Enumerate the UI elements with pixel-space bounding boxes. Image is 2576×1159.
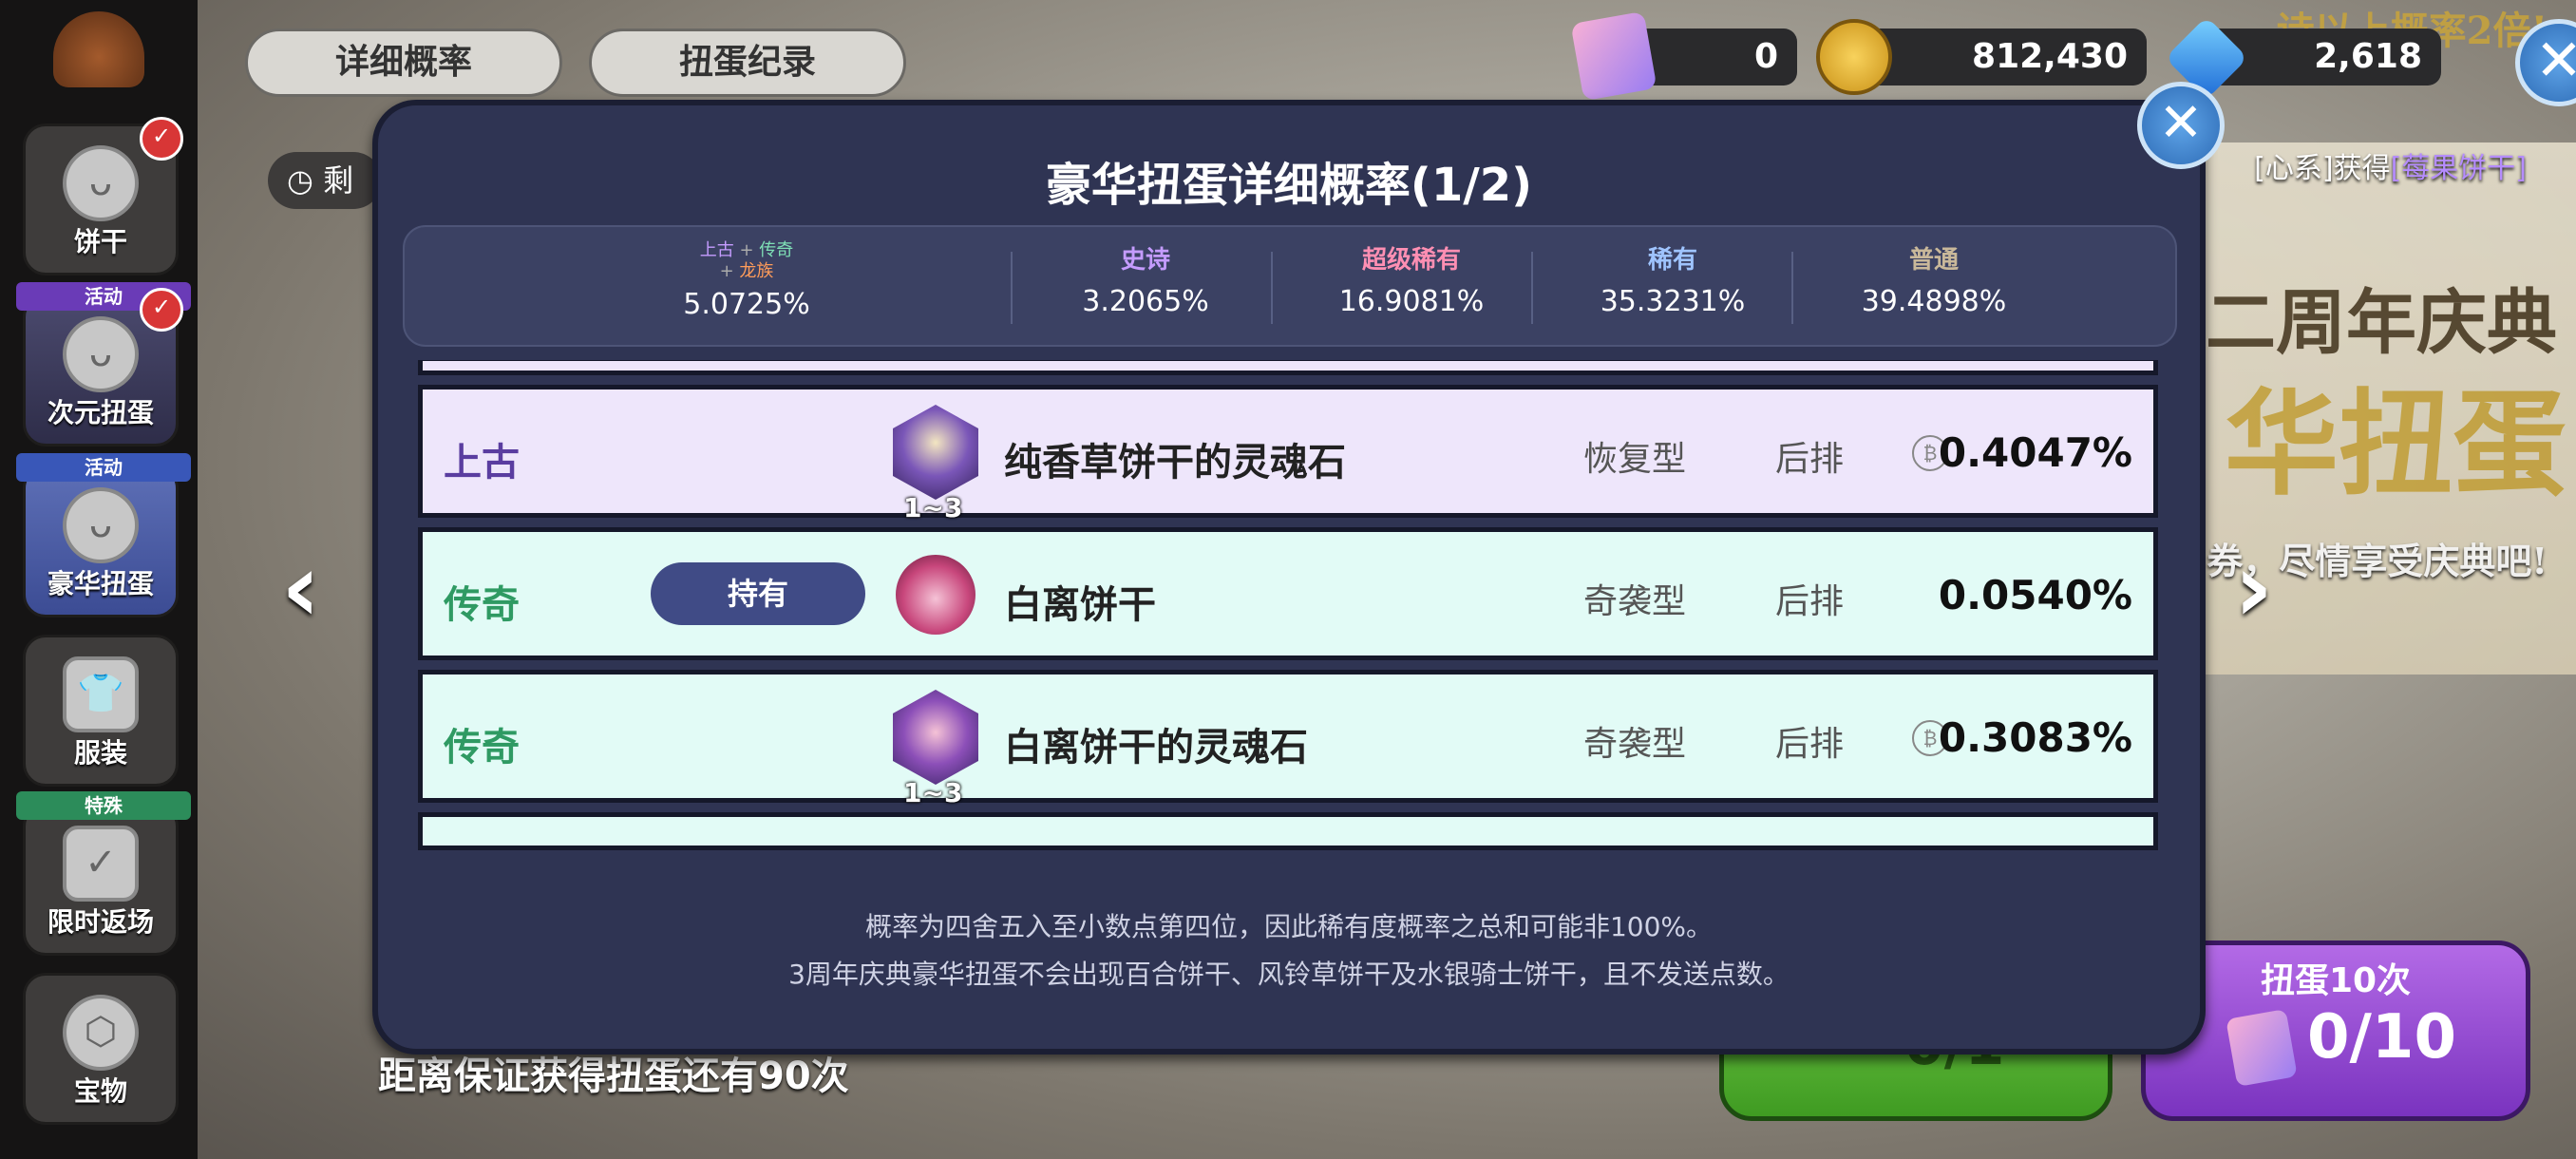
gacha-10-count: 0/10 <box>2307 1002 2456 1073</box>
stat-name: 超级稀有 <box>1361 246 1461 275</box>
stat-name-dragon: 龙族 <box>739 261 774 281</box>
row-position: 后排 <box>1775 440 1845 479</box>
row-type: 恢复型 <box>1583 440 1687 479</box>
row-name: 白离饼干 <box>1004 583 1156 627</box>
sidebar-item-costume[interactable]: 👕 服装 <box>23 635 179 787</box>
coin-icon <box>1816 19 1892 95</box>
clock-icon: ◷ <box>287 162 313 199</box>
stat-name: 普通 <box>1908 246 1959 275</box>
timer-pill: ◷ 剩 <box>268 152 382 209</box>
shirt-check-icon: ✓ <box>63 826 139 902</box>
row-rarity: 传奇 <box>444 726 520 770</box>
row-rate: 0.0540% <box>1938 572 2132 618</box>
list-item-partial <box>418 812 2158 850</box>
stat-epic: 史诗 3.2065% <box>1032 240 1260 335</box>
soulstone-icon: 1~3 <box>888 690 983 808</box>
divider <box>1531 252 1533 324</box>
notice-highlight: [莓果饼干] <box>2390 152 2527 185</box>
stat-common: 普通 39.4898% <box>1810 240 2057 335</box>
stat-super-rare: 超级稀有 16.9081% <box>1288 240 1535 335</box>
tab-gacha-record[interactable]: 扭蛋纪录 <box>589 28 906 97</box>
probability-list[interactable]: 上古 1~3 纯香草饼干的灵魂石 恢复型 后排 ₿ 0.4047% 传奇 持有 … <box>407 360 2173 854</box>
modal-close-icon[interactable]: ✕ <box>2137 82 2225 169</box>
stat-ancient-legend-dragon: 上古 + 传奇 + 龙族 5.0725% <box>642 240 851 335</box>
row-position: 后排 <box>1775 582 1845 621</box>
event-notice: [心系]获得[莓果饼干] <box>2254 144 2527 186</box>
cookie-icon: ᴗ <box>63 145 139 221</box>
banner-line-3: 华扭蛋 <box>2225 377 2567 511</box>
stat-name: 史诗 <box>1120 246 1170 275</box>
stat-name-ancient: 上古 <box>699 240 734 260</box>
stat-name-legend: 传奇 <box>759 240 794 260</box>
row-rarity: 传奇 <box>444 583 520 627</box>
list-item[interactable]: 传奇 1~3 白离饼干的灵魂石 奇袭型 后排 ₿ 0.3083% <box>418 670 2158 808</box>
list-item[interactable]: 上古 1~3 纯香草饼干的灵魂石 恢复型 后排 ₿ 0.4047% <box>418 385 2158 523</box>
row-rate: 0.4047% <box>1938 429 2132 476</box>
row-type: 奇袭型 <box>1583 582 1687 621</box>
probability-modal: 豪华扭蛋详细概率(1/2) 上古 + 传奇 + 龙族 5.0725% 史诗 3.… <box>372 100 2206 1054</box>
row-name: 纯香草饼干的灵魂石 <box>1004 441 1346 484</box>
divider <box>1791 252 1793 324</box>
stat-name: 稀有 <box>1647 246 1697 275</box>
rarity-stats-bar: 上古 + 传奇 + 龙族 5.0725% 史诗 3.2065% 超级稀有 16.… <box>403 225 2177 347</box>
cookie-icon: ᴗ <box>63 316 139 392</box>
sidebar-item-label: 服装 <box>73 737 127 769</box>
sidebar-item-label: 次元扭蛋 <box>47 397 154 428</box>
modal-title: 豪华扭蛋详细概率(1/2) <box>1045 159 1533 212</box>
tab-detailed-probability[interactable]: 详细概率 <box>245 28 562 97</box>
stat-value: 3.2065% <box>1082 285 1209 318</box>
soulstone-icon: 1~3 <box>888 405 983 523</box>
event-tag: 活动 <box>16 453 191 482</box>
prev-arrow-icon[interactable]: ‹ <box>281 532 320 643</box>
sidebar-item-deluxe-gacha[interactable]: 活动 ᴗ 豪华扭蛋 <box>16 453 191 618</box>
oven-icon[interactable] <box>53 11 144 87</box>
stat-name: 上古 + 传奇 + 龙族 <box>699 240 794 281</box>
list-item[interactable]: 传奇 持有 白离饼干 奇袭型 后排 0.0540% <box>418 527 2158 660</box>
check-badge-icon: ✓ <box>140 117 183 161</box>
row-rate: 0.3083% <box>1938 714 2132 761</box>
sidebar-item-label: 限时返场 <box>47 906 154 938</box>
stat-value: 39.4898% <box>1861 285 2007 318</box>
stat-value: 35.3231% <box>1600 285 1746 318</box>
shirt-icon: 👕 <box>63 656 139 732</box>
row-type: 奇袭型 <box>1583 725 1687 764</box>
check-badge-icon: ✓ <box>140 288 183 332</box>
divider <box>1271 252 1273 324</box>
row-range: 1~3 <box>903 777 963 808</box>
divider <box>1011 252 1013 324</box>
row-rarity: 上古 <box>444 441 520 484</box>
next-arrow-icon[interactable]: › <box>2234 532 2273 643</box>
sidebar-item-cookie[interactable]: ᴗ 饼干 ✓ <box>23 117 183 276</box>
ticket-icon <box>2226 1008 2298 1088</box>
owned-badge: 持有 <box>651 562 865 625</box>
notice-prefix: [心系]获得 <box>2254 152 2391 185</box>
probability-footnote: 概率为四舍五入至小数点第四位，因此稀有度概率之总和可能非100%。 3周年庆典豪… <box>378 903 2200 998</box>
stat-value: 16.9081% <box>1338 285 1485 318</box>
sidebar-item-label: 饼干 <box>73 226 127 257</box>
row-range: 1~3 <box>903 492 963 523</box>
sidebar-item-dimension-gacha[interactable]: 活动 ᴗ 次元扭蛋 ✓ <box>16 282 191 446</box>
hexagon-icon: ⬡ <box>63 995 139 1071</box>
sidebar-item-limited-return[interactable]: 特殊 ✓ 限时返场 <box>16 791 191 956</box>
cookie-portrait-icon <box>888 547 983 642</box>
stat-rare: 稀有 35.3231% <box>1554 240 1791 335</box>
row-name: 白离饼干的灵魂石 <box>1004 726 1308 770</box>
sidebar-item-label: 豪华扭蛋 <box>47 568 154 599</box>
cookie-icon: ᴗ <box>63 487 139 563</box>
sidebar-item-label: 宝物 <box>73 1075 127 1107</box>
timer-text: 剩 <box>323 162 354 199</box>
ticket-icon <box>1570 10 1657 102</box>
stat-value: 5.0725% <box>683 288 810 321</box>
list-item-partial <box>418 360 2158 375</box>
special-tag: 特殊 <box>16 791 191 820</box>
row-position: 后排 <box>1775 725 1845 764</box>
footnote-line-1: 概率为四舍五入至小数点第四位，因此稀有度概率之总和可能非100%。 <box>864 911 1714 942</box>
sidebar-item-treasure[interactable]: ⬡ 宝物 <box>23 973 179 1125</box>
footnote-line-2: 3周年庆典豪华扭蛋不会出现百合饼干、风铃草饼干及水银骑士饼干，且不发送点数。 <box>788 959 1790 990</box>
sidebar: ᴗ 饼干 ✓ 活动 ᴗ 次元扭蛋 ✓ 活动 ᴗ 豪华扭蛋 👕 服装 特殊 ✓ 限… <box>0 0 198 1159</box>
